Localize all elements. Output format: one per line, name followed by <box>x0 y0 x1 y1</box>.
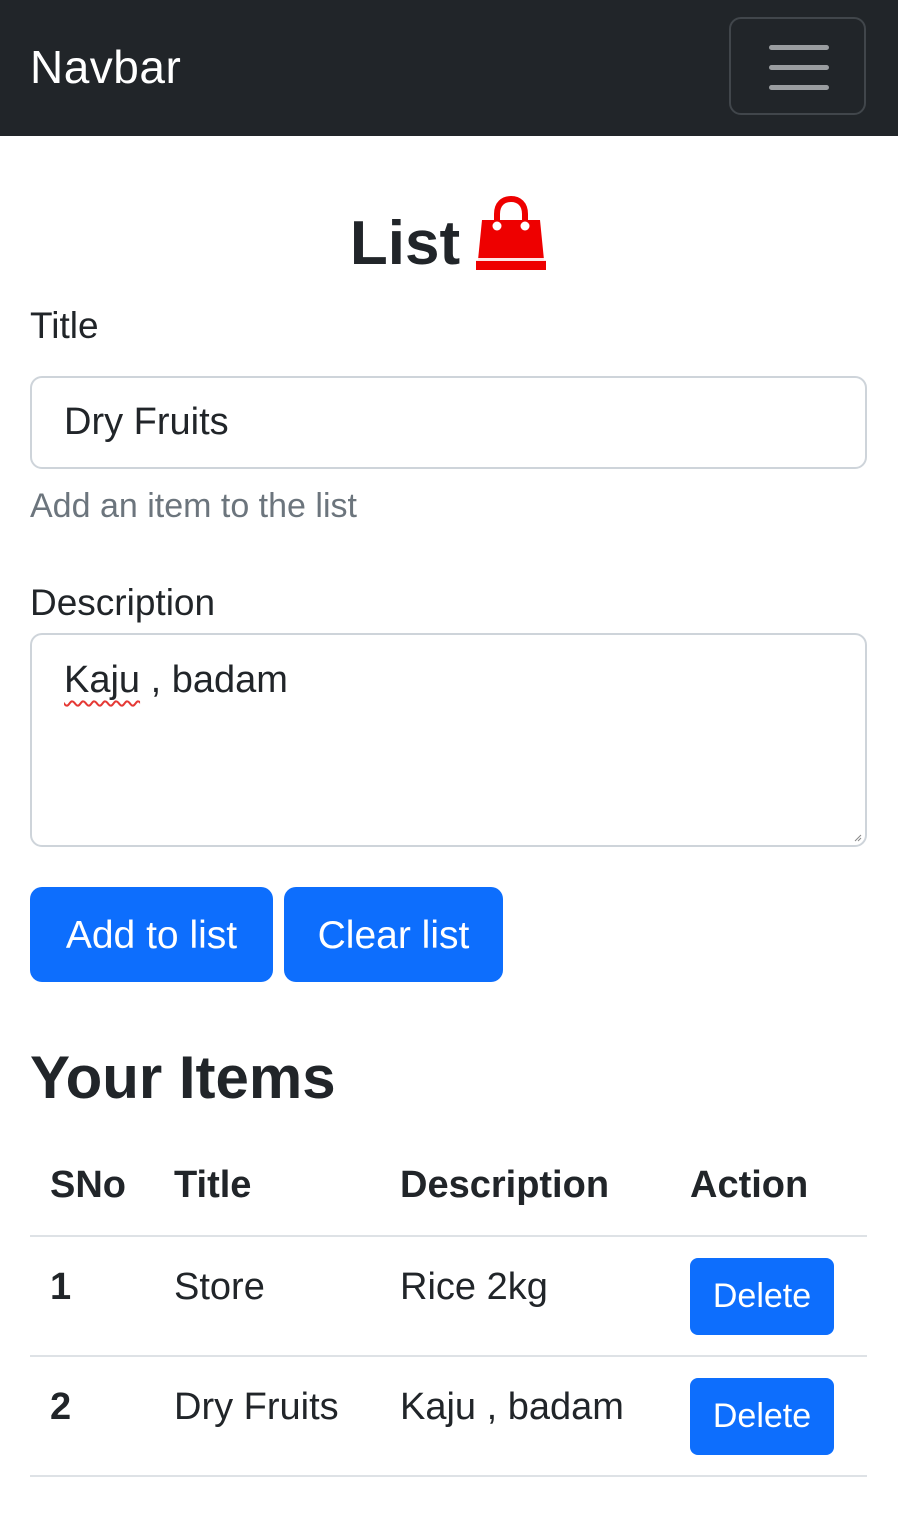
row-sno: 2 <box>50 1386 72 1428</box>
add-to-list-button[interactable]: Add to list <box>30 887 273 982</box>
table-divider <box>30 1475 867 1477</box>
clear-list-button[interactable]: Clear list <box>284 887 503 982</box>
row-title: Store <box>174 1266 265 1308</box>
navbar-brand[interactable]: Navbar <box>30 40 181 94</box>
description-value-rest: , badam <box>140 659 288 701</box>
column-header-title: Title <box>174 1164 252 1206</box>
description-label: Description <box>30 582 216 623</box>
your-items-heading: Your Items <box>30 1044 336 1111</box>
table-divider <box>30 1355 867 1357</box>
column-header-description: Description <box>400 1164 610 1206</box>
navbar-toggler-button[interactable] <box>729 17 866 115</box>
delete-button[interactable]: Delete <box>690 1258 834 1335</box>
page-title: List <box>0 195 898 284</box>
delete-button[interactable]: Delete <box>690 1378 834 1455</box>
description-value-misspelled-word: Kaju <box>64 659 141 701</box>
row-sno: 1 <box>50 1266 72 1308</box>
column-header-action: Action <box>690 1164 809 1206</box>
column-header-sno: SNo <box>50 1164 126 1206</box>
navbar: Navbar <box>0 0 898 136</box>
page-title-text: List <box>349 209 461 278</box>
description-textarea[interactable]: Kaju , badam <box>30 633 867 847</box>
row-title: Dry Fruits <box>174 1386 339 1428</box>
title-label: Title <box>30 305 99 346</box>
table-divider <box>30 1235 867 1237</box>
row-description: Rice 2kg <box>400 1266 548 1308</box>
shopping-bag-icon <box>474 195 548 272</box>
title-input-value: Dry Fruits <box>64 401 229 443</box>
title-help-text: Add an item to the list <box>30 487 357 525</box>
resize-handle-icon[interactable] <box>854 834 862 842</box>
row-description: Kaju , badam <box>400 1386 624 1428</box>
title-input[interactable]: Dry Fruits <box>30 376 867 469</box>
